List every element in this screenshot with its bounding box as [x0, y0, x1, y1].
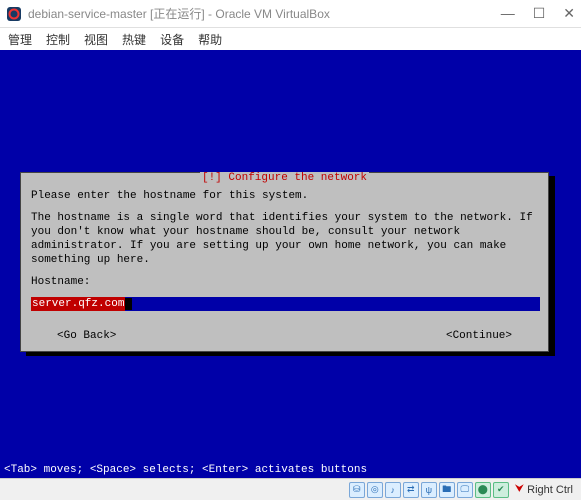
text-cursor: [125, 298, 132, 310]
shared-folder-icon[interactable]: 🖿: [439, 482, 455, 498]
hint-bar: <Tab> moves; <Space> selects; <Enter> ac…: [4, 464, 367, 476]
go-back-button[interactable]: <Go Back>: [57, 329, 116, 343]
host-key-label: Right Ctrl: [527, 484, 573, 496]
titlebar: debian-service-master [正在运行] - Oracle VM…: [0, 0, 581, 28]
menu-view[interactable]: 视图: [84, 31, 108, 48]
dialog-description: The hostname is a single word that ident…: [31, 211, 538, 267]
hostname-label: Hostname:: [31, 275, 538, 289]
statusbar: ⛁ ◎ ♪ ⇄ ψ 🖿 🖵 ⬤ ✔ ⮟ Right Ctrl: [0, 478, 581, 500]
dialog-buttons: <Go Back> <Continue>: [31, 329, 538, 343]
menu-manage[interactable]: 管理: [8, 31, 32, 48]
menu-control[interactable]: 控制: [46, 31, 70, 48]
dialog-title: [!] Configure the network: [200, 172, 369, 184]
window-controls: — ☐ ✕: [501, 5, 575, 22]
host-key-indicator: ⮟ Right Ctrl: [511, 483, 577, 496]
installer-dialog: [!] Configure the network Please enter t…: [20, 172, 555, 352]
virtualbox-window: debian-service-master [正在运行] - Oracle VM…: [0, 0, 581, 500]
dialog-body: Please enter the hostname for this syste…: [31, 189, 538, 343]
usb-icon[interactable]: ψ: [421, 482, 437, 498]
vm-screen[interactable]: [!] Configure the network Please enter t…: [0, 50, 581, 478]
close-button[interactable]: ✕: [563, 5, 575, 22]
window-title: debian-service-master [正在运行] - Oracle VM…: [28, 5, 501, 22]
hdd-icon[interactable]: ⛁: [349, 482, 365, 498]
hostname-input[interactable]: server.qfz.com: [31, 297, 540, 311]
menu-hotkeys[interactable]: 热键: [122, 31, 146, 48]
hostname-value: server.qfz.com: [31, 297, 125, 311]
dialog-box: [!] Configure the network Please enter t…: [20, 172, 549, 352]
dialog-title-row: [!] Configure the network: [21, 172, 548, 184]
dialog-prompt: Please enter the hostname for this syste…: [31, 189, 538, 203]
display-icon[interactable]: 🖵: [457, 482, 473, 498]
menubar: 管理 控制 视图 热键 设备 帮助: [0, 28, 581, 50]
minimize-button[interactable]: —: [501, 5, 515, 22]
guest-additions-icon[interactable]: ✔: [493, 482, 509, 498]
continue-button[interactable]: <Continue>: [446, 329, 512, 343]
audio-icon[interactable]: ♪: [385, 482, 401, 498]
virtualbox-icon: [6, 6, 22, 22]
host-key-arrow-icon: ⮟: [515, 483, 524, 496]
maximize-button[interactable]: ☐: [533, 5, 546, 22]
network-icon[interactable]: ⇄: [403, 482, 419, 498]
menu-help[interactable]: 帮助: [198, 31, 222, 48]
optical-icon[interactable]: ◎: [367, 482, 383, 498]
menu-devices[interactable]: 设备: [160, 31, 184, 48]
recording-icon[interactable]: ⬤: [475, 482, 491, 498]
